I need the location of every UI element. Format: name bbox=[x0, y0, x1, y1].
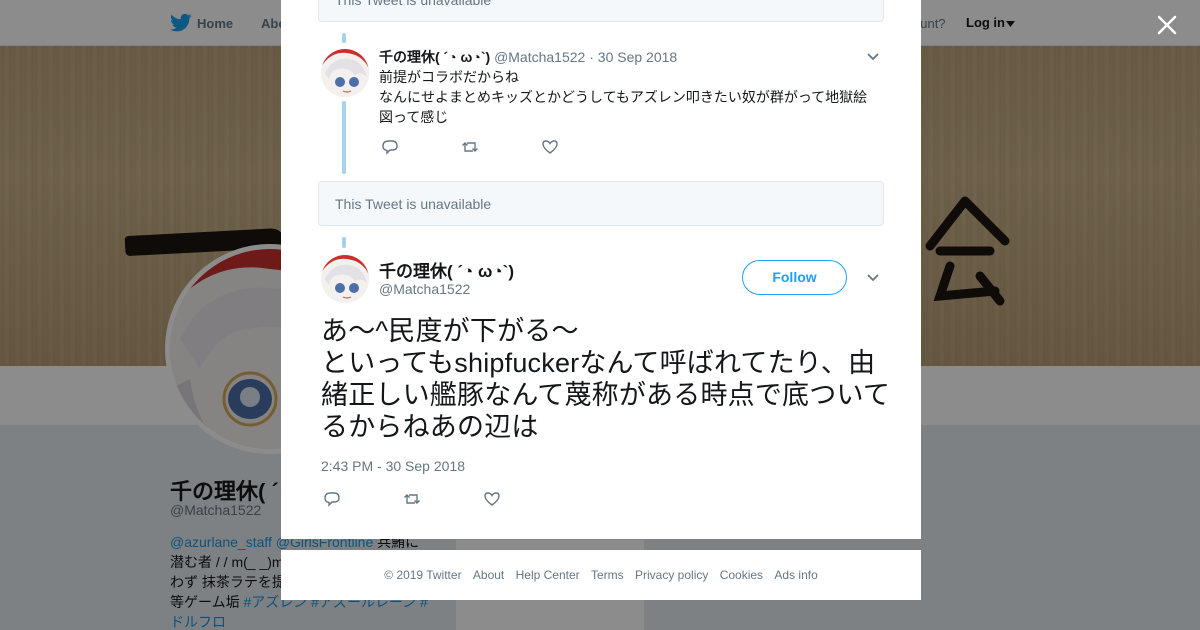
footer-link-privacy-policy[interactable]: Privacy policy bbox=[635, 568, 708, 582]
tweet-text-line: 前提がコラボだからね bbox=[379, 69, 519, 85]
footer-link-terms[interactable]: Terms bbox=[591, 568, 624, 582]
tweet-author-avatar[interactable] bbox=[321, 255, 369, 303]
modal-footer: © 2019 Twitter About Help Center Terms P… bbox=[281, 550, 921, 600]
footer-link-ads-info[interactable]: Ads info bbox=[774, 568, 817, 582]
tweet-author-name[interactable]: 千の理休( ´◔ ω◔`) bbox=[379, 257, 514, 282]
tweet-text-line: あ～^民度が下がる～ bbox=[321, 316, 579, 346]
chevron-down-icon[interactable] bbox=[866, 273, 880, 283]
footer-link-cookies[interactable]: Cookies bbox=[720, 568, 763, 582]
tweet-author-handle[interactable]: @Matcha1522 bbox=[379, 281, 470, 297]
thread-connector bbox=[342, 33, 346, 43]
reply-icon[interactable] bbox=[381, 138, 399, 156]
tweet-permalink-modal: This Tweet is unavailable 千の理休( ´◔ ω◔`) … bbox=[281, 0, 921, 539]
footer-link-about[interactable]: About bbox=[473, 568, 504, 582]
tweet-text-line: なんにせよまとめキッズとかどうしてもアズレン叩きたい奴が群がって地獄絵図って感じ bbox=[379, 89, 868, 125]
reply-icon[interactable] bbox=[323, 490, 341, 508]
tweet-timestamp[interactable]: 2:43 PM - 30 Sep 2018 bbox=[321, 458, 465, 474]
tweet-text-line: といってもshipfuckerなんて呼ばれてたり、由緒正しい艦豚なんて蔑称がある… bbox=[321, 348, 891, 442]
like-icon[interactable] bbox=[541, 138, 559, 156]
like-icon[interactable] bbox=[483, 490, 501, 508]
tweet-author-name[interactable]: 千の理休( ´◔ ω◔`) bbox=[379, 49, 490, 65]
avatar-illustration bbox=[321, 255, 369, 303]
thread-connector bbox=[342, 101, 346, 174]
unavailable-tweet-notice: This Tweet is unavailable bbox=[318, 0, 884, 22]
reply-tweet-header: 千の理休( ´◔ ω◔`) @Matcha1522 · 30 Sep 2018 bbox=[379, 47, 677, 67]
close-icon[interactable] bbox=[1152, 10, 1182, 40]
chevron-down-icon[interactable] bbox=[866, 52, 880, 62]
reply-tweet-text: 前提がコラボだからね なんにせよまとめキッズとかどうしてもアズレン叩きたい奴が群… bbox=[379, 67, 879, 127]
avatar-illustration bbox=[321, 49, 369, 97]
retweet-icon[interactable] bbox=[403, 490, 421, 508]
follow-button[interactable]: Follow bbox=[742, 260, 847, 295]
unavailable-tweet-notice: This Tweet is unavailable bbox=[318, 181, 884, 226]
retweet-icon[interactable] bbox=[461, 138, 479, 156]
tweet-author-handle[interactable]: @Matcha1522 bbox=[494, 49, 585, 65]
tweet-author-avatar[interactable] bbox=[321, 49, 369, 97]
main-tweet-text: あ～^民度が下がる～ といってもshipfuckerなんて呼ばれてたり、由緒正し… bbox=[321, 315, 891, 443]
thread-connector bbox=[342, 237, 346, 248]
meta-separator: · bbox=[589, 49, 594, 65]
footer-link-help-center[interactable]: Help Center bbox=[516, 568, 580, 582]
tweet-date-link[interactable]: 30 Sep 2018 bbox=[598, 49, 677, 65]
footer-copyright: © 2019 Twitter bbox=[384, 568, 462, 582]
